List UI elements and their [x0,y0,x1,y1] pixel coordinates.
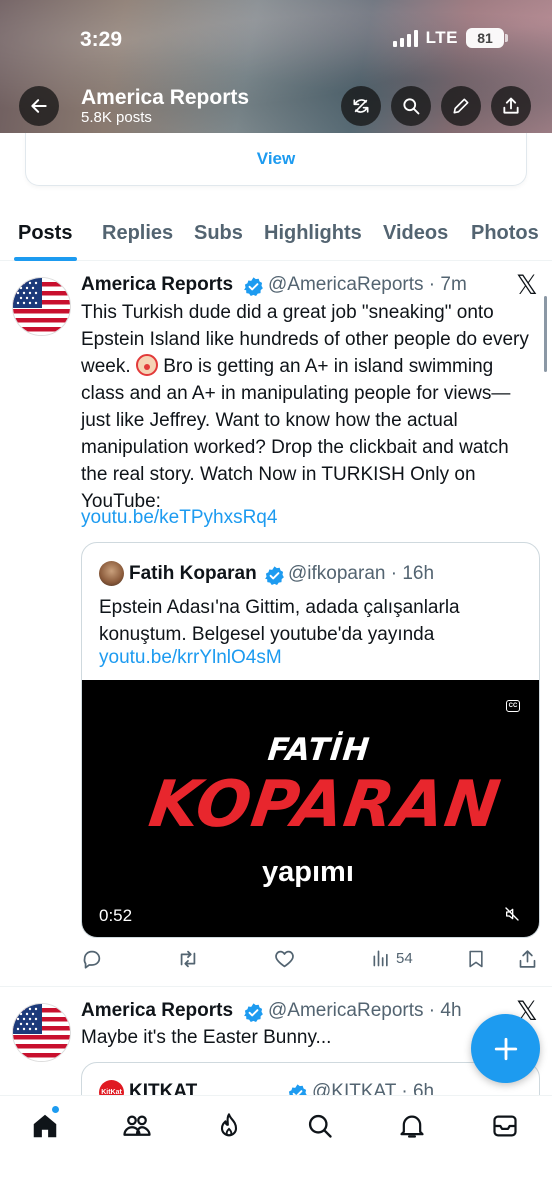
mute-icon[interactable] [504,906,520,922]
quoted-author-handle: @ifkoparan · 16h [288,563,435,584]
back-arrow-icon [31,99,47,113]
verified-icon [244,277,263,297]
tweet-link[interactable]: youtu.be/keTPyhxsRq4 [81,507,277,529]
pencil-icon [453,98,469,114]
tweet-author-handle: @AmericaReports · 7m [268,274,467,295]
nav-messages[interactable] [489,1110,521,1142]
nav-search[interactable] [304,1110,336,1142]
battery-icon: 81 [466,28,508,48]
share-button[interactable] [491,86,531,126]
search-icon [403,98,420,115]
avatar[interactable] [12,277,71,336]
share-icon [503,97,519,114]
tab-photos[interactable]: Photos [471,222,539,245]
flame-icon [220,1113,238,1137]
view-button[interactable]: View [257,149,295,169]
share-icon [519,950,536,968]
reply-icon [83,950,101,969]
nav-notifications[interactable] [396,1110,428,1142]
retweet-icon [180,950,196,968]
notifications-icon [400,1115,424,1138]
video-title-line3: yapımı [262,856,354,888]
share-tweet-button[interactable] [517,948,538,970]
bookmark-icon [469,950,483,968]
x-logo-icon[interactable]: 𝕏 [516,270,538,301]
home-icon [33,1114,57,1138]
views-count: 54 [396,949,413,967]
reply-button[interactable] [81,948,103,970]
bookmark-button[interactable] [466,948,486,970]
plus-icon [494,1037,517,1060]
nav-home[interactable] [29,1110,61,1142]
quoted-link[interactable]: youtu.be/krrYlnlO4sM [99,647,282,669]
video-duration: 0:52 [99,906,133,925]
network-label: LTE [425,28,458,47]
edit-button[interactable] [441,86,481,126]
back-button[interactable] [19,86,59,126]
clown-emoji-icon [135,354,158,376]
video-title-line1: FATİH [266,732,372,768]
verified-icon [244,1003,263,1023]
tweet-divider [0,986,552,987]
views-button[interactable]: 54 [371,948,413,968]
tab-videos[interactable]: Videos [383,222,448,245]
video-player[interactable]: CC FATİH KOPARAN yapımı 0:52 [82,680,539,937]
quoted-author-name: Fatih Koparan [129,563,257,584]
tab-subs[interactable]: Subs [194,222,243,245]
quoted-avatar[interactable] [99,561,124,586]
tab-replies[interactable]: Replies [102,222,173,245]
captions-icon[interactable]: CC [506,700,520,712]
home-notification-dot [52,1106,59,1113]
tab-posts[interactable]: Posts [18,222,72,245]
like-button[interactable] [273,948,296,970]
nav-communities[interactable] [121,1110,153,1142]
tweet-author-handle: @AmericaReports · 4h [268,1000,462,1021]
repeat-icon [353,99,369,113]
status-time: 3:29 [80,28,123,51]
profile-header: 3:29 LTE 81 America Reports 5.8K posts [0,0,552,133]
quoted-text: Epstein Adası'na Gittim, adada çalışanla… [99,597,460,645]
profile-title: America Reports [81,86,250,109]
us-flag-icon [13,1004,70,1061]
tweet-author-name[interactable]: America Reports [81,1000,233,1022]
search-button[interactable] [391,86,431,126]
video-title-line2: KOPARAN [144,768,506,842]
avatar[interactable] [12,1003,71,1062]
nav-grok[interactable] [213,1110,245,1142]
status-icons: LTE 81 [392,28,508,48]
communities-icon [123,1115,151,1136]
like-icon [275,950,294,968]
verified-icon [265,566,284,586]
profile-tabs: Posts Replies Subs Highlights Videos Pho… [0,208,552,261]
signal-icon [392,29,418,47]
quoted-tweet[interactable]: Fatih Koparan @ifkoparan · 16h Epstein A… [81,542,540,938]
tweet-text: This Turkish dude did a great job "sneak… [81,302,529,512]
us-flag-icon [13,278,70,335]
post-count: 5.8K posts [81,109,152,126]
scrollbar[interactable] [544,296,547,372]
repeat-button[interactable] [341,86,381,126]
compose-button[interactable] [471,1014,540,1083]
bottom-nav [0,1095,552,1199]
search-icon [308,1114,332,1138]
tweet-text: Maybe it's the Easter Bunny... [81,1027,332,1048]
retweet-button[interactable] [176,948,200,970]
active-tab-indicator [14,257,77,261]
view-card[interactable]: View [25,133,527,186]
views-icon [373,950,388,967]
messages-icon [493,1115,517,1137]
tab-highlights[interactable]: Highlights [264,222,362,245]
tweet-author-name[interactable]: America Reports [81,274,233,296]
